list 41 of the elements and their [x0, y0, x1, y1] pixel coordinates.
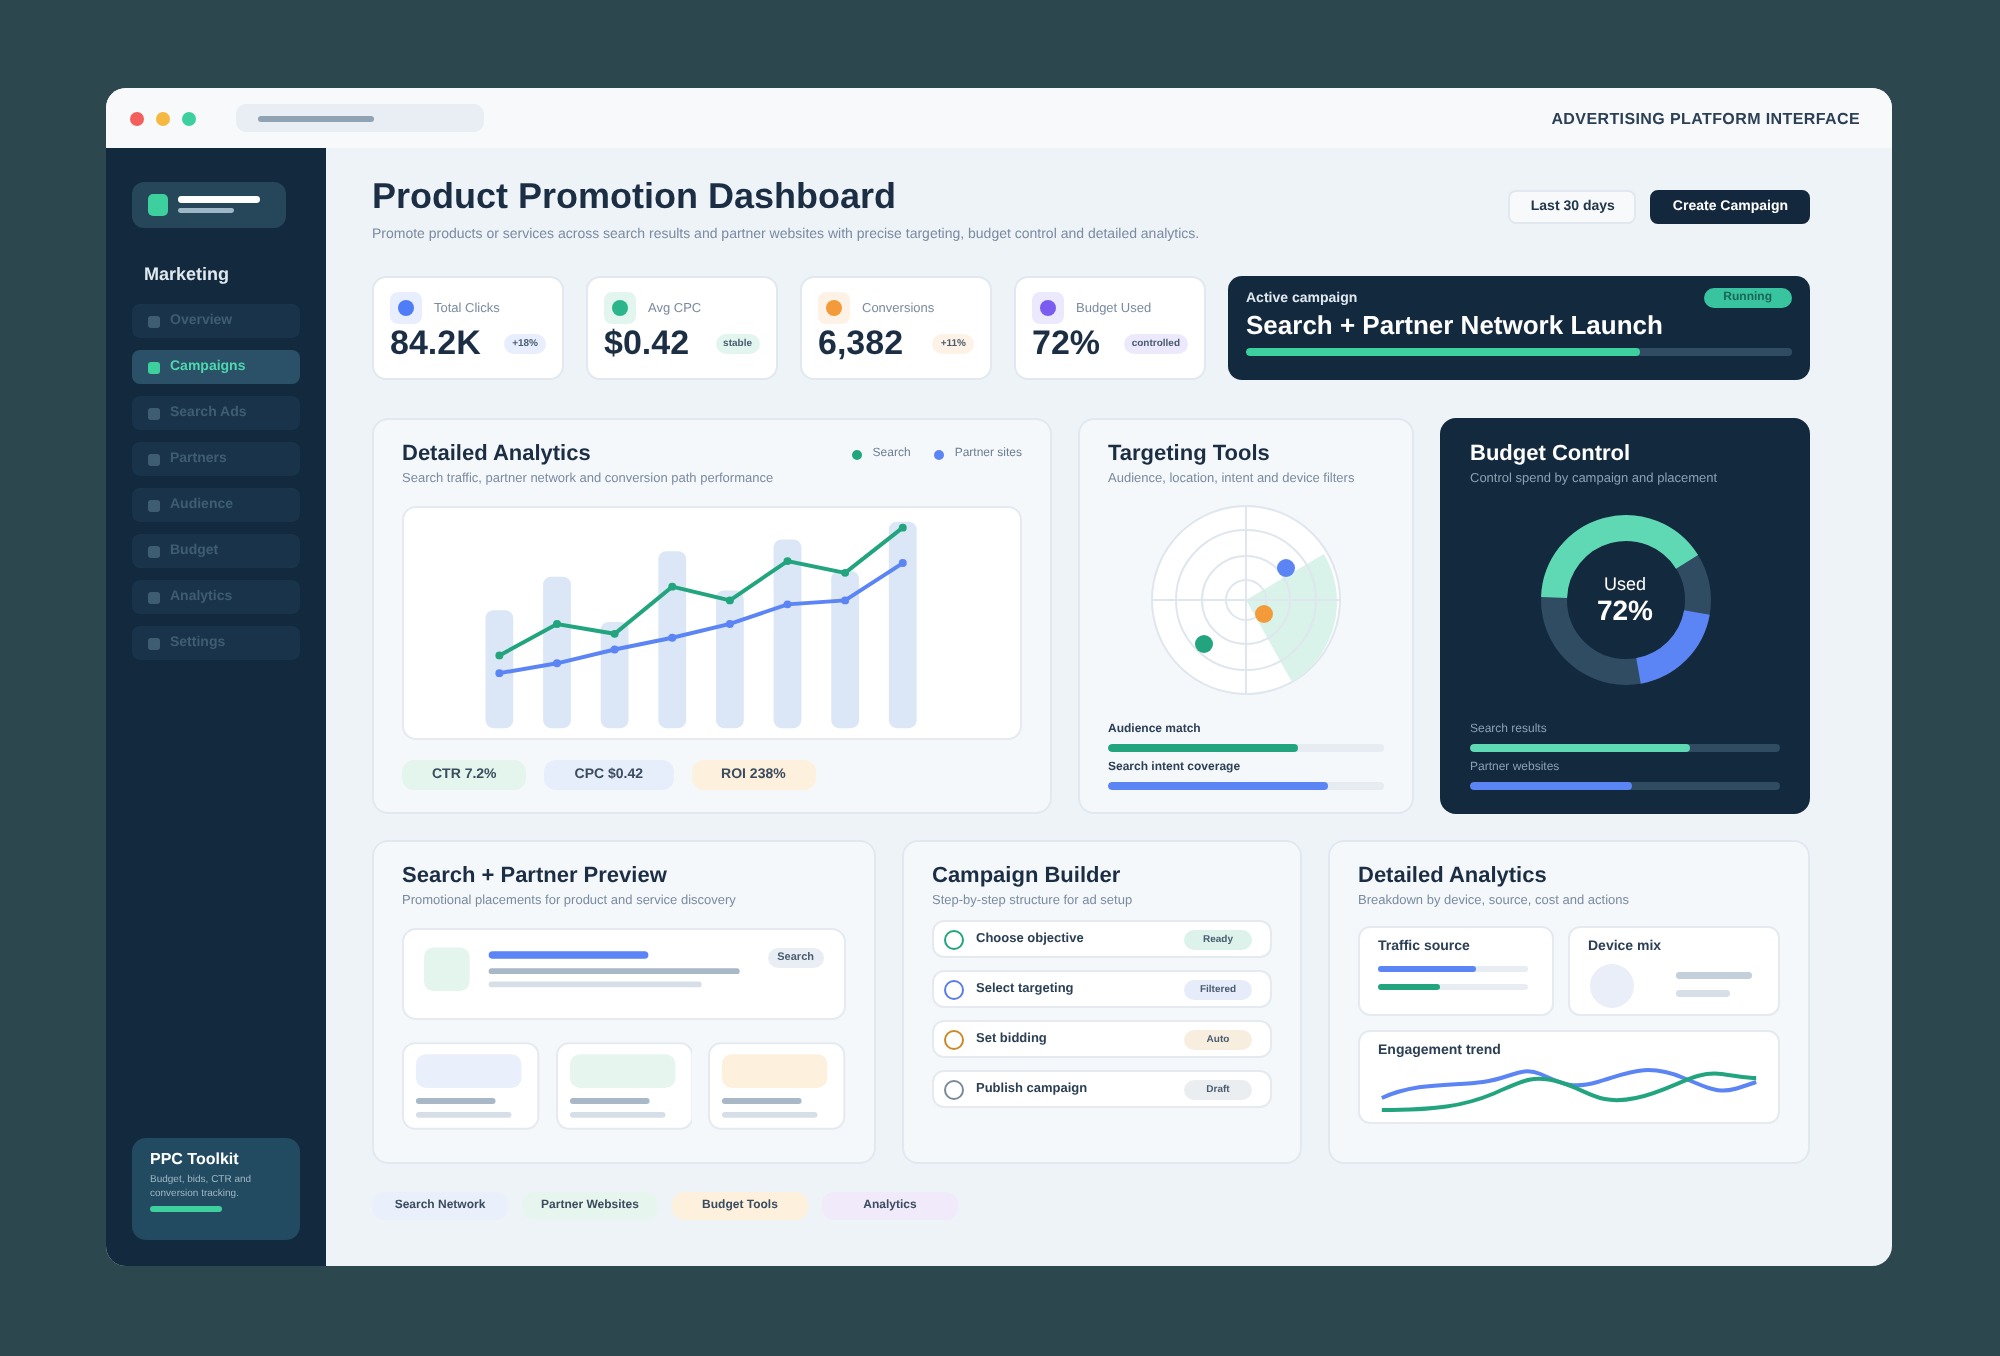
- nav-icon: [148, 361, 160, 373]
- card-title: Targeting Tools: [1108, 442, 1272, 466]
- maximize-dot-icon[interactable]: [182, 111, 196, 125]
- sidebar-section-title: Marketing: [144, 264, 232, 284]
- address-bar[interactable]: [236, 104, 484, 132]
- card-title: Search + Partner Preview: [402, 864, 669, 888]
- stat-icon: [818, 292, 850, 324]
- card-title: Budget Control: [1470, 442, 1633, 466]
- donut-label: Used: [1603, 574, 1646, 594]
- stat-icon: [1032, 292, 1064, 324]
- stat-value: $0.42: [604, 324, 690, 364]
- nav-icon: [148, 453, 160, 465]
- stat-value: 72%: [1032, 324, 1101, 364]
- nav-icon: [148, 499, 160, 511]
- placement-card-drawing: [708, 1042, 847, 1130]
- window-title: ADVERTISING PLATFORM INTERFACE: [1551, 109, 1860, 127]
- close-dot-icon[interactable]: [130, 111, 144, 125]
- nav-icon: [148, 637, 160, 649]
- promo-title: PPC Toolkit: [150, 1150, 241, 1168]
- minimize-dot-icon[interactable]: [156, 111, 170, 125]
- nav-icon: [148, 545, 160, 557]
- logo-icon: [132, 182, 286, 228]
- placement-card-drawing: [555, 1042, 693, 1130]
- donut-value: 72%: [1596, 594, 1654, 626]
- card-title: Detailed Analytics: [402, 442, 593, 466]
- card-title: Detailed Analytics: [1358, 864, 1549, 888]
- card-title: Campaign Builder: [932, 864, 1123, 888]
- stat-value: 6,382: [818, 324, 904, 364]
- campaign-title: Search + Partner Network Launch: [1246, 310, 1665, 340]
- nav-icon: [148, 591, 160, 603]
- chart-bar: [715, 590, 744, 729]
- page-title: Product Promotion Dashboard: [372, 176, 899, 218]
- placement-card-drawing: [402, 1042, 540, 1130]
- stat-icon: [390, 292, 422, 324]
- nav-icon: [148, 407, 160, 419]
- accent-bar-icon: [150, 1206, 222, 1212]
- chart-bar: [600, 622, 629, 729]
- chart-bar: [485, 610, 514, 729]
- nav-icon: [148, 315, 160, 327]
- stat-icon: [604, 292, 636, 324]
- stat-value: 84.2K: [390, 324, 481, 364]
